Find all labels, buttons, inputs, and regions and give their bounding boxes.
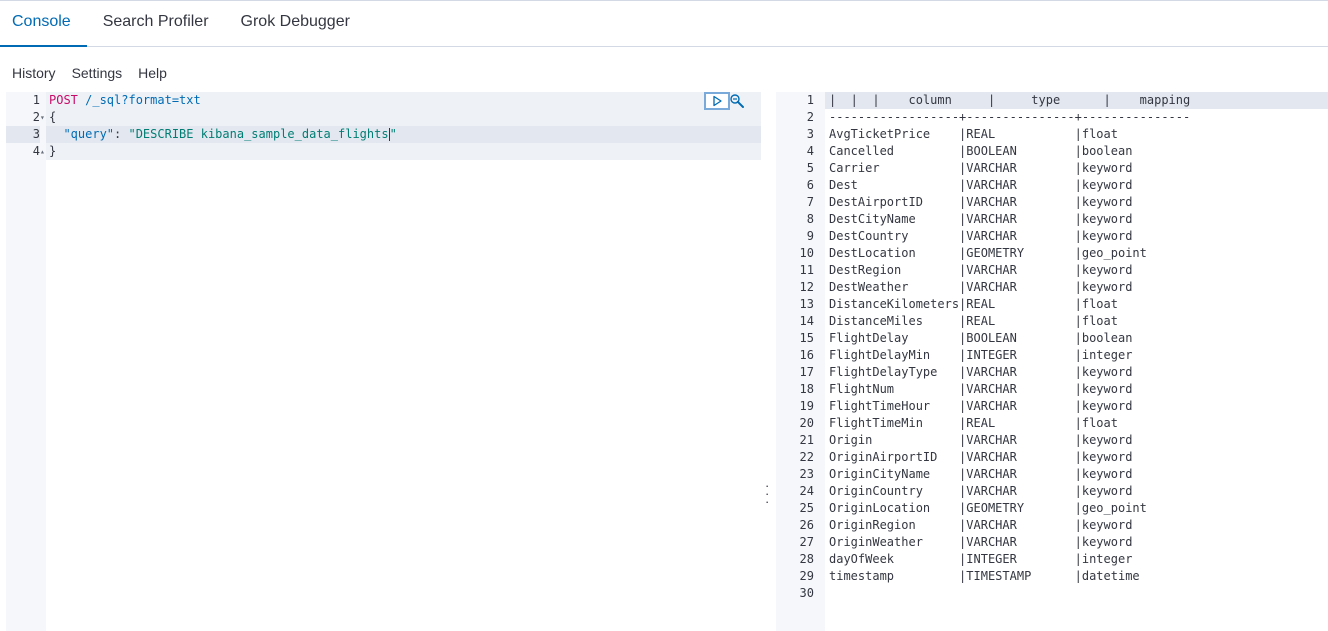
- table-row: FlightTimeMin |REAL |float: [829, 416, 1191, 430]
- response-separator-line: ------------------+---------------+-----…: [829, 110, 1191, 124]
- table-row: Cancelled |BOOLEAN |boolean: [829, 144, 1191, 158]
- response-header-line: | | | column | type | mapping: [829, 93, 1220, 107]
- line-number: 25: [799, 501, 814, 515]
- table-row: AvgTicketPrice |REAL |float: [829, 127, 1191, 141]
- line-number: 12: [799, 280, 814, 294]
- json-value: "DESCRIBE kibana_sample_data_flights: [128, 127, 389, 141]
- line-number: 1: [32, 93, 40, 107]
- line-number: 10: [799, 246, 814, 260]
- history-link[interactable]: History: [0, 60, 60, 86]
- line-number: 16: [799, 348, 814, 362]
- json-colon: :: [114, 127, 129, 141]
- table-row: DestCityName |VARCHAR |keyword: [829, 212, 1191, 226]
- line-number: 13: [799, 297, 814, 311]
- request-open-brace: {: [49, 110, 57, 124]
- line-number: 27: [799, 535, 814, 549]
- panel-resizer[interactable]: · · ·: [761, 92, 775, 631]
- send-request-button[interactable]: [704, 92, 730, 110]
- table-row: OriginRegion |VARCHAR |keyword: [829, 518, 1191, 532]
- line-number: 15: [799, 331, 814, 345]
- request-line: POST /_sql?format=txt: [49, 92, 201, 109]
- tab-console[interactable]: Console: [0, 1, 87, 47]
- table-row: Dest |VARCHAR |keyword: [829, 178, 1191, 192]
- table-row: DestRegion |VARCHAR |keyword: [829, 263, 1191, 277]
- line-number: 3: [806, 127, 814, 141]
- table-row: dayOfWeek |INTEGER |integer: [829, 552, 1191, 566]
- line-number: 17: [799, 365, 814, 379]
- request-settings-button[interactable]: [728, 92, 746, 110]
- table-row: DestAirportID |VARCHAR |keyword: [829, 195, 1191, 209]
- table-row: DistanceMiles |REAL |float: [829, 314, 1191, 328]
- table-row: timestamp |TIMESTAMP |datetime: [829, 569, 1191, 583]
- table-row: OriginLocation |GEOMETRY |geo_point: [829, 501, 1191, 515]
- request-path: /_sql?format=txt: [77, 93, 201, 107]
- tab-search-profiler[interactable]: Search Profiler: [87, 1, 225, 46]
- table-row: FlightDelayMin |INTEGER |integer: [829, 348, 1191, 362]
- line-number: 2: [806, 110, 814, 124]
- line-number: 4: [806, 144, 814, 158]
- line-number: 30: [799, 586, 814, 600]
- line-number: 14: [799, 314, 814, 328]
- table-row: OriginCityName |VARCHAR |keyword: [829, 467, 1191, 481]
- request-close-brace: }: [49, 144, 57, 158]
- table-row: OriginWeather |VARCHAR |keyword: [829, 535, 1191, 549]
- table-row: DistanceKilometers|REAL |float: [829, 297, 1191, 311]
- play-icon: [713, 95, 722, 107]
- line-number: 5: [806, 161, 814, 175]
- table-row: Origin |VARCHAR |keyword: [829, 433, 1191, 447]
- line-number: 8: [806, 212, 814, 226]
- line-number: 18: [799, 382, 814, 396]
- line-number: 28: [799, 552, 814, 566]
- line-number: 23: [799, 467, 814, 481]
- settings-link[interactable]: Settings: [60, 60, 127, 86]
- line-number: 4: [32, 144, 40, 158]
- line-number: 20: [799, 416, 814, 430]
- table-row: FlightDelay |BOOLEAN |boolean: [829, 331, 1191, 345]
- line-number: 1: [806, 93, 814, 107]
- request-gutter: 1 2 ▾ 3 4 ▴: [6, 92, 46, 631]
- table-row: DestCountry |VARCHAR |keyword: [829, 229, 1191, 243]
- fold-caret-icon[interactable]: ▴: [40, 143, 48, 160]
- line-number: 19: [799, 399, 814, 413]
- table-row: DestWeather |VARCHAR |keyword: [829, 280, 1191, 294]
- line-number: 3: [6, 126, 40, 143]
- table-row: FlightNum |VARCHAR |keyword: [829, 382, 1191, 396]
- line-number: 22: [799, 450, 814, 464]
- table-row: FlightDelayType |VARCHAR |keyword: [829, 365, 1191, 379]
- response-output[interactable]: 1 2 3 4 5 6 7 8 9 10 11 12 13 14 15 16 17 18 19 20 21 22 23 24 2…: [776, 92, 1328, 631]
- response-gutter: 1 2 3 4 5 6 7 8 9 10 11 12 13 14 15 16 17 18 19 20 21 22 23 24 2…: [776, 92, 825, 631]
- help-link[interactable]: Help: [126, 60, 171, 86]
- request-editor[interactable]: 1 2 ▾ 3 4 ▴ POST /_sql?format=txt { "que…: [6, 92, 761, 631]
- line-number: 26: [799, 518, 814, 532]
- line-number: 9: [806, 229, 814, 243]
- table-row: FlightTimeHour |VARCHAR |keyword: [829, 399, 1191, 413]
- wrench-icon: [730, 94, 744, 108]
- request-body-line: "query": "DESCRIBE kibana_sample_data_fl…: [49, 126, 397, 143]
- line-number: 6: [806, 178, 814, 192]
- fold-caret-icon[interactable]: ▾: [40, 109, 48, 126]
- line-number: 2: [32, 110, 40, 124]
- console-menu: History Settings Help: [0, 60, 171, 86]
- vertical-dots-icon: · · ·: [765, 478, 770, 509]
- line-number: 7: [806, 195, 814, 209]
- table-row: OriginCountry |VARCHAR |keyword: [829, 484, 1191, 498]
- http-method: POST: [49, 93, 78, 107]
- tab-grok-debugger[interactable]: Grok Debugger: [225, 1, 366, 46]
- line-number: 24: [799, 484, 814, 498]
- app-tabs: Console Search Profiler Grok Debugger: [0, 1, 1328, 47]
- table-row: OriginAirportID |VARCHAR |keyword: [829, 450, 1191, 464]
- line-number: 21: [799, 433, 814, 447]
- table-row: Carrier |VARCHAR |keyword: [829, 161, 1191, 175]
- line-number: 29: [799, 569, 814, 583]
- line-number: 11: [799, 263, 814, 277]
- json-value-quote: ": [389, 127, 397, 141]
- table-row: DestLocation |GEOMETRY |geo_point: [829, 246, 1191, 260]
- json-key: "query": [63, 127, 115, 141]
